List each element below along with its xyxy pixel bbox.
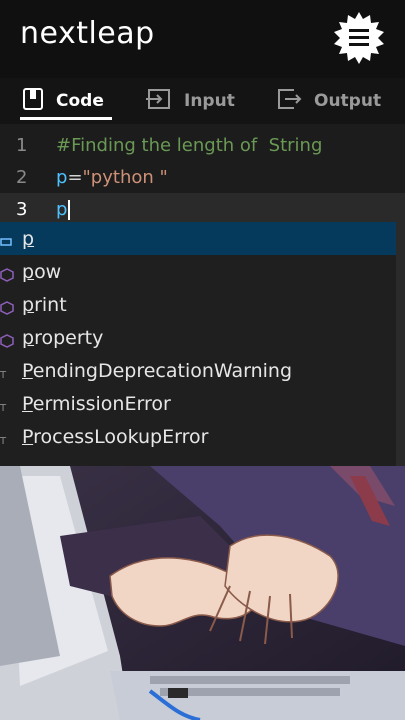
anime-typing-illustration	[0, 466, 405, 720]
tab-input[interactable]: Input	[146, 78, 235, 124]
suggestion-match: P	[22, 425, 34, 448]
input-arrow-icon	[146, 88, 172, 115]
suggestion-match: P	[22, 359, 33, 382]
app-header: nextleap	[0, 0, 405, 78]
suggestion-item[interactable]: print	[0, 288, 405, 321]
typed-text: p	[56, 198, 68, 220]
code-line-1[interactable]: 1 #Finding the length of String	[0, 129, 405, 161]
suggestion-match: p	[22, 227, 35, 250]
function-icon	[0, 265, 14, 282]
suggestion-rest: ermissionError	[32, 392, 171, 415]
autocomplete-list: p pow print property T PendingDeprecatio…	[0, 222, 405, 466]
line-number: 3	[16, 198, 28, 220]
active-tab-indicator	[20, 117, 112, 120]
text-cursor	[68, 199, 70, 220]
suggestion-rest: rint	[34, 293, 67, 316]
line-number: 2	[16, 166, 28, 188]
suggestion-match: P	[22, 392, 33, 415]
code-assignment: p="python "	[56, 167, 168, 188]
suggestion-match: p	[22, 293, 35, 316]
suggestion-rest: endingDeprecationWarning	[32, 359, 293, 382]
code-string: "python "	[82, 166, 168, 188]
brand-logo: nextleap	[20, 16, 155, 51]
tab-code-label: Code	[56, 91, 104, 111]
code-variable: p	[56, 166, 68, 188]
hamburger-menu-icon[interactable]	[331, 10, 387, 66]
suggestion-item[interactable]: property	[0, 321, 405, 354]
suggestion-rest: ow	[34, 260, 62, 283]
output-arrow-icon	[276, 88, 302, 115]
svg-text:T: T	[0, 436, 7, 447]
code-editor[interactable]: 1 #Finding the length of String 2 p="pyt…	[0, 124, 405, 225]
svg-text:T: T	[0, 403, 7, 414]
function-icon	[0, 298, 14, 315]
class-icon	[0, 331, 14, 348]
suggestion-rest: rocessLookupError	[33, 425, 209, 448]
suggestion-item[interactable]: T ProcessLookupError	[0, 420, 405, 453]
text-symbol-icon: T	[0, 364, 14, 381]
variable-icon	[0, 232, 14, 246]
suggestion-item[interactable]: p	[0, 222, 396, 255]
autocomplete-scrollbar[interactable]	[396, 222, 405, 466]
text-symbol-icon: T	[0, 397, 14, 414]
tab-input-label: Input	[184, 91, 235, 111]
tab-output[interactable]: Output	[276, 78, 381, 124]
tab-output-label: Output	[314, 91, 382, 111]
code-line-2[interactable]: 2 p="python "	[0, 161, 405, 193]
suggestion-item[interactable]: pow	[0, 255, 405, 288]
suggestion-rest: roperty	[34, 326, 104, 349]
code-typing: p	[56, 199, 70, 220]
code-comment: #Finding the length of String	[56, 134, 323, 156]
code-line-3[interactable]: 3 p	[0, 193, 405, 225]
suggestion-match: p	[22, 260, 35, 283]
suggestion-match: p	[22, 326, 35, 349]
code-operator: =	[67, 166, 83, 188]
line-number: 1	[16, 134, 28, 156]
book-icon	[22, 87, 44, 115]
suggestion-item[interactable]: T PermissionError	[0, 387, 405, 420]
svg-text:T: T	[0, 370, 7, 381]
suggestion-item[interactable]: T PendingDeprecationWarning	[0, 354, 405, 387]
text-symbol-icon: T	[0, 430, 14, 447]
